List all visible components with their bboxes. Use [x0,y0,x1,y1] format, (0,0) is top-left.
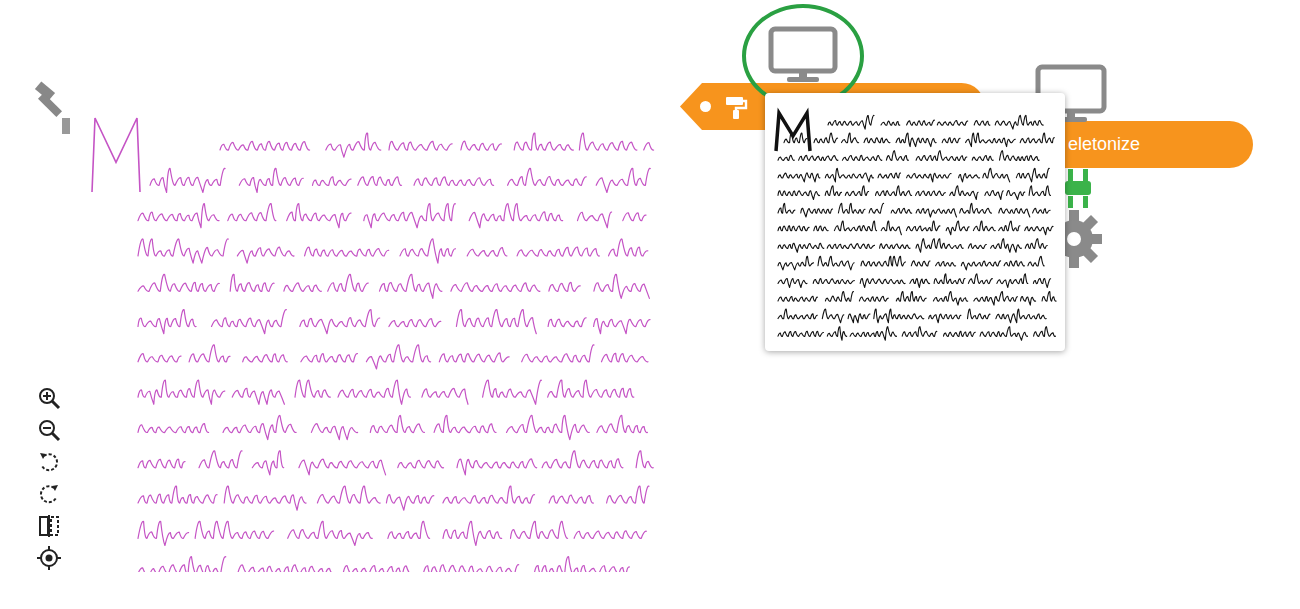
monitor-icon[interactable] [768,26,838,84]
workflow-canvas[interactable]: eletonize [0,0,1300,609]
plug-icon[interactable] [1064,169,1092,209]
rotate-right-icon[interactable] [36,482,62,506]
preview-image [770,101,1060,343]
connector-dot-icon[interactable] [700,101,711,112]
flip-icon[interactable] [36,514,62,538]
pin-icon[interactable] [32,72,74,134]
paint-roller-icon [724,94,748,118]
center-icon[interactable] [36,546,62,570]
preview-popover [765,93,1065,351]
zoom-out-icon[interactable] [36,418,62,442]
manuscript-image [90,112,660,572]
node-label: eletonize [1068,131,1140,158]
viewer-toolbar [36,386,62,570]
rotate-left-icon[interactable] [36,450,62,474]
zoom-in-icon[interactable] [36,386,62,410]
